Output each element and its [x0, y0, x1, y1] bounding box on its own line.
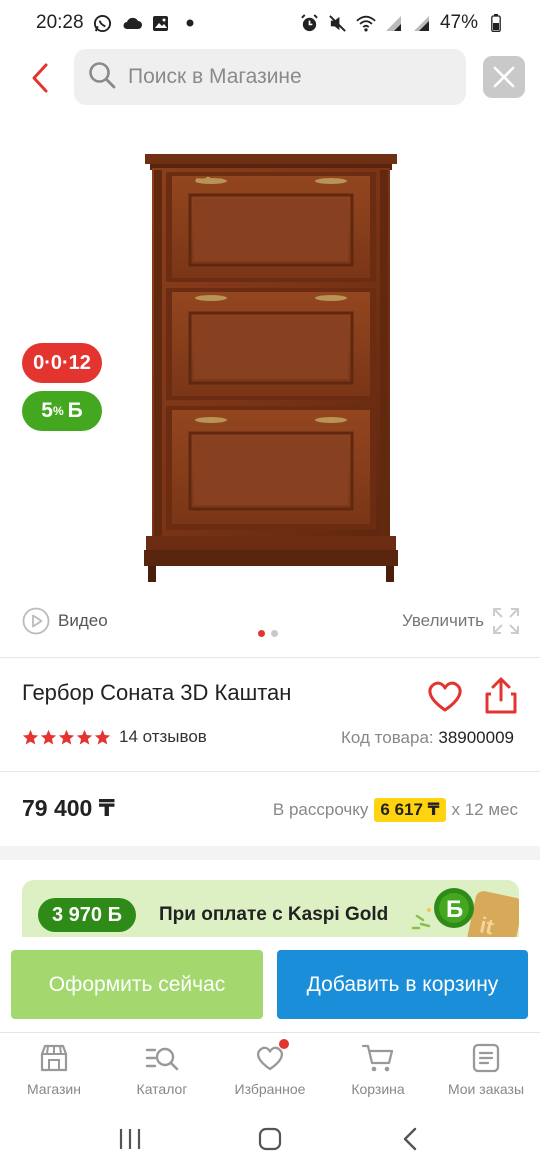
svg-text:Б: Б [446, 896, 463, 923]
sku-label: Код товара: [341, 728, 434, 747]
divider [0, 657, 540, 658]
pagination-dot-active[interactable] [258, 630, 265, 637]
battery-icon [486, 13, 506, 33]
recent-apps-button[interactable] [105, 1114, 155, 1164]
star-icon [76, 729, 93, 744]
zoom-label: Увеличить [402, 611, 484, 630]
search-icon [88, 61, 116, 94]
search-input[interactable] [128, 65, 428, 89]
recent-apps-icon [119, 1128, 141, 1149]
gallery-pagination [258, 630, 278, 637]
system-back-button[interactable] [385, 1114, 435, 1164]
status-left: 20:28 [36, 12, 200, 34]
back-button[interactable] [22, 58, 58, 98]
status-bar: 20:28 47% [0, 0, 540, 46]
clear-search-button[interactable] [483, 56, 525, 98]
catalog-search-icon [145, 1041, 179, 1075]
nav-item-shop[interactable]: Магазин [0, 1033, 108, 1107]
rating: 14 отзывов [22, 727, 207, 747]
star-icon [40, 729, 57, 744]
nav-label-orders: Мои заказы [447, 1081, 525, 1097]
nav-label-shop: Магазин [26, 1081, 81, 1097]
product-image-shoe-cabinet[interactable] [140, 150, 402, 586]
bonus-currency: Б [67, 399, 83, 422]
share-icon [485, 677, 517, 714]
status-right: 47% [300, 12, 506, 34]
battery-percent: 47% [439, 12, 478, 33]
signal-icon [384, 13, 404, 33]
cart-icon [361, 1041, 395, 1075]
favorite-button[interactable] [425, 676, 465, 716]
pagination-dot[interactable] [271, 630, 278, 637]
share-button[interactable] [483, 676, 519, 716]
nav-item-cart[interactable]: Корзина [324, 1033, 432, 1107]
kaspi-gold-text: При оплате с Kaspi Gold [159, 904, 389, 925]
system-navigation-bar [0, 1107, 540, 1170]
sku: Код товара: 38900009 [341, 728, 514, 748]
signal-icon-2 [412, 13, 432, 33]
reviews-link[interactable]: 14 отзывов [119, 727, 207, 747]
bottom-navigation: Магазин Каталог Избранное Корзина Мои за… [0, 1032, 540, 1107]
favorites-notification-dot [279, 1039, 289, 1049]
installment-amount[interactable]: 6 617 ₸ [374, 798, 446, 822]
nav-item-catalog[interactable]: Каталог [108, 1033, 216, 1107]
kaspi-gold-bonus: 3 970 Б [38, 898, 136, 932]
star-icon [94, 729, 111, 744]
chevron-left-icon [403, 1127, 417, 1150]
installment-term: x 12 мес [451, 800, 519, 819]
video-button[interactable]: Видео [22, 607, 108, 635]
rating-stars [22, 729, 111, 746]
bonus-percent: 5 [41, 399, 53, 422]
nav-label-catalog: Каталог [136, 1081, 188, 1097]
bonus-percent-sign: % [52, 404, 64, 418]
gallery-icon [151, 13, 171, 33]
installment-label: В рассрочку [272, 800, 369, 819]
nav-item-orders[interactable]: Мои заказы [432, 1033, 540, 1107]
section-separator [0, 846, 540, 860]
buy-now-button[interactable]: Оформить сейчас [11, 950, 263, 1019]
wifi-icon [356, 13, 376, 33]
sku-value: 38900009 [438, 728, 514, 747]
product-gallery[interactable]: 0·0·12 5% Б Видео Увеличить [0, 110, 540, 645]
action-bar: Оформить сейчас Добавить в корзину [0, 937, 540, 1032]
nav-label-favorites: Избранное [234, 1081, 306, 1097]
notification-dot-icon [180, 13, 200, 33]
mute-icon [328, 13, 348, 33]
orders-icon [469, 1041, 503, 1075]
zoom-button[interactable]: Увеличить [402, 607, 520, 635]
product-title: Гербор Соната 3D Каштан [22, 680, 292, 705]
nav-item-favorites[interactable]: Избранное [216, 1033, 324, 1107]
product-price: 79 400 ₸ [22, 795, 115, 821]
home-icon [258, 1127, 282, 1150]
nav-label-cart: Корзина [351, 1081, 405, 1097]
expand-icon [493, 608, 519, 634]
add-to-cart-button[interactable]: Добавить в корзину [277, 950, 528, 1019]
cloud-icon [122, 13, 142, 33]
search-header [0, 46, 540, 110]
shop-icon [37, 1041, 71, 1075]
play-circle-icon [22, 607, 50, 635]
installment-info[interactable]: В рассрочку 6 617 ₸ x 12 мес [273, 798, 518, 822]
status-time: 20:28 [36, 12, 84, 33]
search-box[interactable] [74, 49, 466, 105]
video-label: Видео [58, 611, 108, 630]
close-icon [493, 66, 515, 88]
heart-icon [428, 681, 462, 712]
star-icon [22, 729, 39, 744]
back-arrow-icon [32, 63, 48, 93]
bonus-badge: 5% Б [22, 391, 102, 431]
home-button[interactable] [245, 1114, 295, 1164]
whatsapp-icon [93, 13, 113, 33]
star-icon [58, 729, 75, 744]
timer-badge: 0·0·12 [22, 343, 102, 383]
alarm-icon [300, 13, 320, 33]
divider [0, 771, 540, 772]
